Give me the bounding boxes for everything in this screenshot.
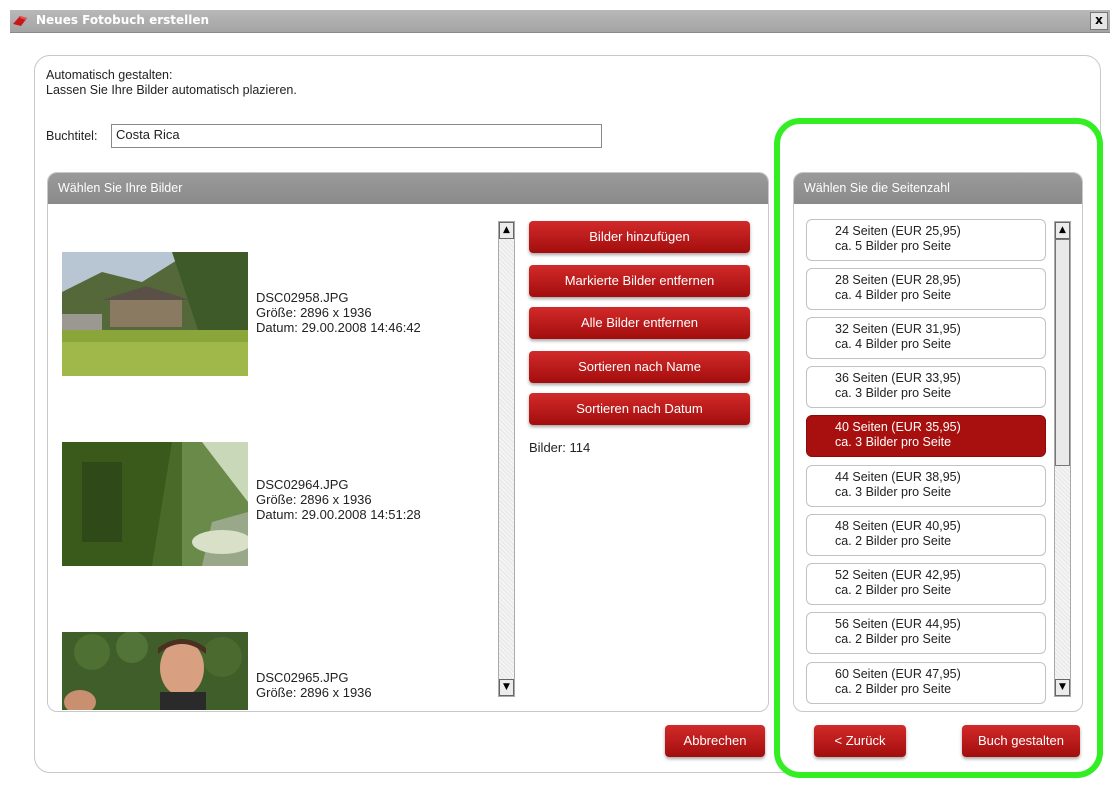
page-option-pages: 56 Seiten (EUR 44,95) xyxy=(835,617,961,631)
remove-marked-button[interactable]: Markierte Bilder entfernen xyxy=(529,265,750,297)
page-option-selected[interactable]: 40 Seiten (EUR 35,95) ca. 3 Bilder pro S… xyxy=(806,415,1046,457)
intro-heading: Automatisch gestalten: xyxy=(46,68,173,82)
scroll-down-icon[interactable]: ▼ xyxy=(1055,679,1070,696)
page-option[interactable]: 28 Seiten (EUR 28,95) ca. 4 Bilder pro S… xyxy=(806,268,1046,310)
page-option[interactable]: 56 Seiten (EUR 44,95) ca. 2 Bilder pro S… xyxy=(806,612,1046,654)
image-thumbnail xyxy=(62,252,248,376)
page-option-per-page: ca. 5 Bilder pro Seite xyxy=(835,239,952,253)
image-date: Datum: 29.00.2008 14:46:42 xyxy=(256,320,421,335)
page-option-pages: 28 Seiten (EUR 28,95) xyxy=(835,273,961,287)
create-book-button[interactable]: Buch gestalten xyxy=(962,725,1080,757)
image-thumbnail xyxy=(62,442,248,566)
pages-panel-header: Wählen Sie die Seitenzahl xyxy=(794,173,1082,204)
image-list-item[interactable]: DSC02964.JPG Größe: 2896 x 1936 Datum: 2… xyxy=(62,442,492,566)
page-option-per-page: ca. 2 Bilder pro Seite xyxy=(835,682,952,696)
image-thumbnail xyxy=(62,632,248,710)
pages-panel: Wählen Sie die Seitenzahl 24 Seiten (EUR… xyxy=(793,172,1083,712)
page-option[interactable]: 48 Seiten (EUR 40,95) ca. 2 Bilder pro S… xyxy=(806,514,1046,556)
title-bar: Neues Fotobuch erstellen x xyxy=(10,10,1110,33)
page-option-per-page: ca. 2 Bilder pro Seite xyxy=(835,632,952,646)
image-date: Datum: 29.00.2008 14:51:28 xyxy=(256,507,421,522)
buchtitel-input[interactable]: Costa Rica xyxy=(111,124,602,148)
page-option-pages: 60 Seiten (EUR 47,95) xyxy=(835,667,961,681)
image-size: Größe: 2896 x 1936 xyxy=(256,685,372,700)
page-option-per-page: ca. 4 Bilder pro Seite xyxy=(835,288,952,302)
sort-by-name-button[interactable]: Sortieren nach Name xyxy=(529,351,750,383)
page-options-scrollbar[interactable]: ▲ ▼ xyxy=(1054,221,1071,697)
page-option[interactable]: 36 Seiten (EUR 33,95) ca. 3 Bilder pro S… xyxy=(806,366,1046,408)
intro-description: Lassen Sie Ihre Bilder automatisch plazi… xyxy=(46,83,297,97)
back-button[interactable]: < Zurück xyxy=(814,725,906,757)
scroll-up-icon[interactable]: ▲ xyxy=(1055,222,1070,239)
page-option-pages: 40 Seiten (EUR 35,95) xyxy=(835,420,961,434)
add-images-button[interactable]: Bilder hinzufügen xyxy=(529,221,750,253)
close-button[interactable]: x xyxy=(1090,12,1108,30)
scroll-up-icon[interactable]: ▲ xyxy=(499,222,514,239)
image-list-item[interactable]: DSC02965.JPG Größe: 2896 x 1936 xyxy=(62,632,492,710)
page-option-per-page: ca. 2 Bilder pro Seite xyxy=(835,583,952,597)
image-filename: DSC02964.JPG xyxy=(256,477,349,492)
remove-all-button[interactable]: Alle Bilder entfernen xyxy=(529,307,750,339)
image-size: Größe: 2896 x 1936 xyxy=(256,492,372,507)
page-option-pages: 24 Seiten (EUR 25,95) xyxy=(835,224,961,238)
page-option-pages: 52 Seiten (EUR 42,95) xyxy=(835,568,961,582)
image-list[interactable]: DSC02958.JPG Größe: 2896 x 1936 Datum: 2… xyxy=(48,205,498,710)
intro-text: Automatisch gestalten: Lassen Sie Ihre B… xyxy=(46,68,297,98)
page-option-per-page: ca. 3 Bilder pro Seite xyxy=(835,485,952,499)
page-option[interactable]: 24 Seiten (EUR 25,95) ca. 5 Bilder pro S… xyxy=(806,219,1046,261)
image-list-scrollbar[interactable]: ▲ ▼ xyxy=(498,221,515,697)
page-option-pages: 36 Seiten (EUR 33,95) xyxy=(835,371,961,385)
image-meta: DSC02958.JPG Größe: 2896 x 1936 Datum: 2… xyxy=(256,290,421,335)
page-option[interactable]: 52 Seiten (EUR 42,95) ca. 2 Bilder pro S… xyxy=(806,563,1046,605)
images-panel: Wählen Sie Ihre Bilder DSC02958.JPG Größ… xyxy=(47,172,769,712)
cancel-button[interactable]: Abbrechen xyxy=(665,725,765,757)
app-logo-icon xyxy=(13,16,27,26)
page-option-pages: 48 Seiten (EUR 40,95) xyxy=(835,519,961,533)
image-count: Bilder: 114 xyxy=(529,440,591,455)
page-option-per-page: ca. 4 Bilder pro Seite xyxy=(835,337,952,351)
image-size: Größe: 2896 x 1936 xyxy=(256,305,372,320)
image-filename: DSC02965.JPG xyxy=(256,670,349,685)
sort-by-date-button[interactable]: Sortieren nach Datum xyxy=(529,393,750,425)
image-filename: DSC02958.JPG xyxy=(256,290,349,305)
page-option-per-page: ca. 2 Bilder pro Seite xyxy=(835,534,952,548)
images-panel-header: Wählen Sie Ihre Bilder xyxy=(48,173,768,204)
page-option[interactable]: 60 Seiten (EUR 47,95) ca. 2 Bilder pro S… xyxy=(806,662,1046,704)
image-list-item[interactable]: DSC02958.JPG Größe: 2896 x 1936 Datum: 2… xyxy=(62,252,492,376)
page-option-per-page: ca. 3 Bilder pro Seite xyxy=(835,435,952,449)
page-option-per-page: ca. 3 Bilder pro Seite xyxy=(835,386,952,400)
image-meta: DSC02964.JPG Größe: 2896 x 1936 Datum: 2… xyxy=(256,477,421,522)
page-option-pages: 44 Seiten (EUR 38,95) xyxy=(835,470,961,484)
image-meta: DSC02965.JPG Größe: 2896 x 1936 xyxy=(256,670,372,700)
scrollbar-thumb[interactable] xyxy=(1055,239,1070,466)
page-option-pages: 32 Seiten (EUR 31,95) xyxy=(835,322,961,336)
scroll-down-icon[interactable]: ▼ xyxy=(499,679,514,696)
page-option[interactable]: 32 Seiten (EUR 31,95) ca. 4 Bilder pro S… xyxy=(806,317,1046,359)
window-title: Neues Fotobuch erstellen xyxy=(36,13,210,27)
buchtitel-label: Buchtitel: xyxy=(46,129,98,143)
page-option[interactable]: 44 Seiten (EUR 38,95) ca. 3 Bilder pro S… xyxy=(806,465,1046,507)
